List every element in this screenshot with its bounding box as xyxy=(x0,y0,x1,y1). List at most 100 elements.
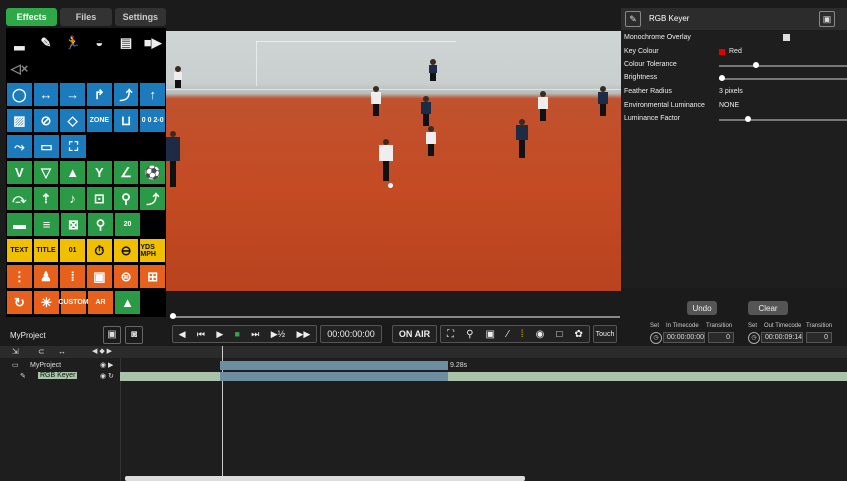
save-icon[interactable]: ▣ xyxy=(485,329,494,340)
play-forward-icon[interactable]: ■▶ xyxy=(140,31,166,54)
video-preview[interactable] xyxy=(166,31,621,291)
mute-icon[interactable]: ◁× xyxy=(7,57,32,80)
counter-icon[interactable]: 01 xyxy=(60,239,86,262)
speed-icon[interactable]: YDS MPH xyxy=(140,239,166,262)
zone-icon[interactable]: ZONE xyxy=(87,109,112,132)
colour-tolerance-slider[interactable] xyxy=(719,62,847,68)
goal-icon[interactable]: ⊔ xyxy=(113,109,139,132)
clipboard-icon[interactable]: ▣ xyxy=(87,265,112,288)
player-icon[interactable]: 🏃 xyxy=(60,31,86,54)
photo-icon[interactable]: ▲ xyxy=(115,291,140,314)
step-back-icon[interactable]: ◀ xyxy=(179,329,186,340)
search-icon[interactable]: ⚲ xyxy=(466,329,473,340)
text-icon[interactable]: TEXT xyxy=(7,239,32,262)
score-icon[interactable]: 0 0 2-0 xyxy=(140,109,166,132)
link-players-icon[interactable]: Y xyxy=(87,161,112,184)
curved-arrow-icon[interactable]: ↱ xyxy=(87,83,112,106)
track-myproject[interactable]: ▭ MyProject ◉ ▶ 9.28s xyxy=(0,361,847,370)
timeline-scrollbar[interactable] xyxy=(125,476,525,481)
pitch-icon[interactable]: ▭ xyxy=(34,135,59,158)
stopwatch-icon[interactable]: ⏱ xyxy=(87,239,112,262)
sliding-player-icon[interactable]: ⤳ xyxy=(7,135,32,158)
environmental-luminance-value[interactable]: NONE xyxy=(719,102,739,109)
vision-cone-icon[interactable]: V xyxy=(7,161,32,184)
angle-icon[interactable]: ∠ xyxy=(113,161,139,184)
spot-cone-icon[interactable]: ▲ xyxy=(60,161,86,184)
link-icon[interactable]: ⊂ xyxy=(38,347,45,356)
marker-icon[interactable]: ⁞ xyxy=(521,329,524,340)
player-spin-icon[interactable]: ↻ xyxy=(7,291,32,314)
in-timecode-field[interactable]: 00:00:00:00 xyxy=(663,332,705,343)
slow-motion-icon[interactable]: ▶½ xyxy=(271,329,285,340)
cart-icon[interactable]: ⊞ xyxy=(140,265,166,288)
fit-icon[interactable]: ⛶ xyxy=(447,329,454,340)
frame-icon[interactable]: □ xyxy=(556,329,562,340)
save-icon[interactable]: ▣ xyxy=(819,11,835,27)
undo-button[interactable]: Undo xyxy=(687,301,717,315)
set-out-clock-icon[interactable]: ◷ xyxy=(748,332,760,344)
bracket-icon[interactable]: ⊠ xyxy=(61,213,86,236)
scale-icon[interactable]: ⊖ xyxy=(113,239,139,262)
player-box-icon[interactable]: ⊡ xyxy=(87,187,112,210)
on-air-button[interactable]: ON AIR xyxy=(392,325,437,343)
out-timecode-field[interactable]: 00:00:09:14 xyxy=(761,332,803,343)
team-shape-icon[interactable]: ⋮ xyxy=(7,265,32,288)
marker-icon[interactable]: ▬ xyxy=(7,213,32,236)
visibility-icon[interactable]: ◉ ▶ xyxy=(100,361,113,369)
film-icon[interactable]: ▤ xyxy=(113,31,139,54)
dribble-icon[interactable]: ♪ xyxy=(60,187,86,210)
magnifier-icon[interactable]: ⚲ xyxy=(88,213,113,236)
set-in-clock-icon[interactable]: ◷ xyxy=(650,332,662,344)
tag-icon[interactable]: ◇ xyxy=(60,109,86,132)
no-entry-icon[interactable]: ⊘ xyxy=(33,109,59,132)
eye-icon[interactable]: ◉ xyxy=(536,329,545,340)
touch-button[interactable]: Touch xyxy=(593,325,617,343)
track-nav-icon[interactable]: ◀ ◆ ▶ xyxy=(92,347,112,355)
distance-arrow-icon[interactable]: ↔ xyxy=(33,83,59,106)
spotlight-icon[interactable]: ◒ xyxy=(87,31,112,54)
edit-icon[interactable]: ✎ xyxy=(625,11,641,27)
play-icon[interactable]: ▶ xyxy=(216,329,223,340)
highlight-icon[interactable]: ▂ xyxy=(7,31,32,54)
arrow-up-icon[interactable]: ↑ xyxy=(140,83,166,106)
settings-icon[interactable]: ✿ xyxy=(574,329,582,340)
arrow-right-icon[interactable]: → xyxy=(60,83,86,106)
pass-icon[interactable]: ⇡ xyxy=(33,187,59,210)
edit-icon[interactable]: ✎ xyxy=(33,31,59,54)
dotted-arrow-icon[interactable]: ⤴ xyxy=(113,83,139,106)
skip-end-icon[interactable]: ⏭ xyxy=(251,329,259,340)
formation-icon[interactable]: ⊜ xyxy=(113,265,139,288)
track-rgb-keyer[interactable]: ✎ RGB Keyer ◉ ↻ xyxy=(0,372,847,381)
square-zone-icon[interactable]: ▨ xyxy=(7,109,32,132)
circle-icon[interactable]: ◯ xyxy=(7,83,32,106)
feather-radius-value[interactable]: 3 pixels xyxy=(719,88,743,95)
in-transition-field[interactable]: 0 xyxy=(708,332,734,343)
tab-settings[interactable]: Settings xyxy=(114,8,166,26)
stop-icon[interactable]: ■ xyxy=(235,329,240,339)
snapshot-icon[interactable]: ◙ xyxy=(125,326,143,344)
key-colour-swatch[interactable] xyxy=(719,49,725,55)
save-project-icon[interactable]: ▣ xyxy=(103,326,121,344)
clear-button[interactable]: Clear xyxy=(748,301,788,315)
kick-icon[interactable]: ⚲ xyxy=(113,187,139,210)
out-transition-field[interactable]: 0 xyxy=(806,332,832,343)
visibility-icon[interactable]: ◉ ↻ xyxy=(100,372,114,380)
custom-icon[interactable]: CUSTOM xyxy=(58,291,89,314)
sprint-icon[interactable]: ⤴ xyxy=(140,187,166,210)
tab-effects[interactable]: Effects xyxy=(6,8,58,26)
pen-icon[interactable]: ⁄ xyxy=(507,329,509,340)
brightness-slider[interactable] xyxy=(719,75,847,81)
expand-icon[interactable]: ↔ xyxy=(58,347,66,356)
ar-icon[interactable]: AR xyxy=(88,291,113,314)
lines-icon[interactable]: ≡ xyxy=(34,213,59,236)
zoom-fit-icon[interactable]: ⇲ xyxy=(12,347,19,356)
monochrome-checkbox[interactable] xyxy=(783,34,790,41)
title-icon[interactable]: TITLE xyxy=(33,239,59,262)
effect-clip[interactable] xyxy=(220,372,448,381)
luminance-factor-slider[interactable] xyxy=(719,116,847,122)
ball-cone-icon[interactable]: ⚽ xyxy=(140,161,166,184)
distance-20-icon[interactable]: 20 xyxy=(115,213,140,236)
player-run-icon[interactable]: ⤼ xyxy=(7,187,32,210)
zoom-player-icon[interactable]: ⛶ xyxy=(61,135,86,158)
preview-progress-bar[interactable] xyxy=(170,313,620,319)
